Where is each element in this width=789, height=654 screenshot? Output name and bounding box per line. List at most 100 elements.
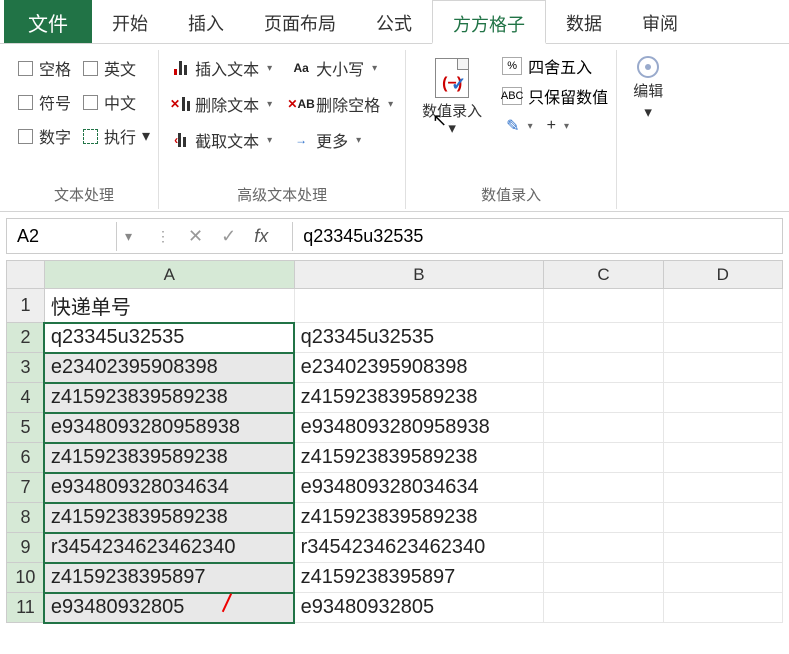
cell[interactable] xyxy=(663,533,782,563)
row-header[interactable]: 5 xyxy=(7,413,45,443)
percent-icon: % xyxy=(502,57,522,75)
cell[interactable] xyxy=(294,289,544,323)
insert-text-button[interactable]: 插入文本▾ xyxy=(167,54,276,82)
cell[interactable]: e9348093280958938 xyxy=(44,413,294,443)
cell[interactable]: e9348093280958938 xyxy=(294,413,544,443)
row-header[interactable]: 8 xyxy=(7,503,45,533)
numeric-entry-button[interactable]: (−)✓ 数值录入▾ ↖ xyxy=(414,52,490,180)
tab-file[interactable]: 文件 xyxy=(4,0,92,43)
row-header[interactable]: 9 xyxy=(7,533,45,563)
cell[interactable]: z415923839589238 xyxy=(44,443,294,473)
checkbox-space[interactable]: 空格 xyxy=(18,56,71,80)
row-header[interactable]: 2 xyxy=(7,323,45,353)
cell[interactable] xyxy=(544,443,663,473)
cell[interactable] xyxy=(663,503,782,533)
tab-data[interactable]: 数据 xyxy=(546,0,622,43)
cell[interactable]: z415923839589238 xyxy=(44,383,294,413)
group-text-processing: 空格 符号 数字 英文 中文 执行▾ 文本处理 xyxy=(10,50,159,209)
aa-icon: Aa xyxy=(292,60,310,76)
cell[interactable] xyxy=(663,563,782,593)
tab-fangfang[interactable]: 方方格子 xyxy=(432,0,546,44)
cell[interactable]: e93480932805 xyxy=(294,593,544,623)
cell[interactable] xyxy=(544,593,663,623)
row-header[interactable]: 6 xyxy=(7,443,45,473)
checkbox-english[interactable]: 英文 xyxy=(83,56,150,80)
delete-text-button[interactable]: ✕删除文本▾ xyxy=(167,90,276,118)
tab-page-layout[interactable]: 页面布局 xyxy=(244,0,356,43)
row-header[interactable]: 10 xyxy=(7,563,45,593)
cell[interactable] xyxy=(544,563,663,593)
checkbox-chinese[interactable]: 中文 xyxy=(83,90,150,114)
row-header[interactable]: 11 xyxy=(7,593,45,623)
cell[interactable] xyxy=(663,443,782,473)
execute-icon xyxy=(83,129,98,144)
checkbox-label: 空格 xyxy=(39,56,71,80)
checkbox-symbol[interactable]: 符号 xyxy=(18,90,71,114)
cell[interactable] xyxy=(544,533,663,563)
checkbox-icon xyxy=(83,61,98,76)
keep-numeric-button[interactable]: ABC只保留数值 xyxy=(502,84,608,108)
column-header-b[interactable]: B xyxy=(294,261,544,289)
round-button[interactable]: %四舍五入 xyxy=(502,54,608,78)
row-header[interactable]: 3 xyxy=(7,353,45,383)
select-all-corner[interactable] xyxy=(7,261,45,289)
name-box[interactable]: A2 xyxy=(7,222,117,251)
tab-formula[interactable]: 公式 xyxy=(356,0,432,43)
cell-a1[interactable]: 快递单号 xyxy=(44,289,294,323)
cell[interactable]: z415923839589238 xyxy=(294,383,544,413)
cell[interactable]: e23402395908398 xyxy=(294,353,544,383)
cell[interactable]: z415923839589238 xyxy=(294,443,544,473)
formula-input[interactable]: q23345u32535 xyxy=(292,222,782,251)
cell[interactable]: e23402395908398 xyxy=(44,353,294,383)
row-header[interactable]: 1 xyxy=(7,289,45,323)
row-header[interactable]: 4 xyxy=(7,383,45,413)
fx-button[interactable]: fx xyxy=(254,226,268,247)
cell[interactable]: e934809328034634 xyxy=(294,473,544,503)
cell[interactable]: z415923839589238 xyxy=(44,503,294,533)
bars-icon xyxy=(171,60,189,76)
cell[interactable] xyxy=(663,289,782,323)
cell[interactable]: r3454234623462340 xyxy=(44,533,294,563)
checkbox-number[interactable]: 数字 xyxy=(18,124,71,148)
name-box-dropdown[interactable]: ▾ xyxy=(117,228,140,245)
cell[interactable] xyxy=(663,383,782,413)
column-header-a[interactable]: A xyxy=(44,261,294,289)
cell[interactable]: r3454234623462340 xyxy=(294,533,544,563)
execute-button[interactable]: 执行▾ xyxy=(83,124,150,148)
tab-insert[interactable]: 插入 xyxy=(168,0,244,43)
cell[interactable]: z4159238395897 xyxy=(294,563,544,593)
cell[interactable] xyxy=(544,413,663,443)
cell[interactable] xyxy=(663,473,782,503)
cell[interactable] xyxy=(663,593,782,623)
edit-button[interactable]: 编辑 ▾ xyxy=(625,52,671,201)
cell[interactable] xyxy=(544,473,663,503)
cell[interactable] xyxy=(544,503,663,533)
column-header-c[interactable]: C xyxy=(544,261,663,289)
cell[interactable] xyxy=(544,323,663,353)
cell[interactable]: z4159238395897 xyxy=(44,563,294,593)
column-header-d[interactable]: D xyxy=(663,261,782,289)
cell[interactable]: e93480932805 xyxy=(44,593,294,623)
plus-button[interactable]: +▾ xyxy=(543,115,573,137)
cell[interactable] xyxy=(544,353,663,383)
cell[interactable]: q23345u32535 xyxy=(294,323,544,353)
cell[interactable] xyxy=(663,413,782,443)
tab-review[interactable]: 审阅 xyxy=(622,0,698,43)
case-button[interactable]: Aa大小写▾ xyxy=(288,54,397,82)
cell[interactable] xyxy=(544,289,663,323)
cell[interactable] xyxy=(663,353,782,383)
cell[interactable] xyxy=(544,383,663,413)
cell[interactable]: e934809328034634 xyxy=(44,473,294,503)
enter-button[interactable]: ✓ xyxy=(221,226,236,247)
cell[interactable] xyxy=(663,323,782,353)
more-button[interactable]: →更多▾ xyxy=(288,126,397,154)
tab-start[interactable]: 开始 xyxy=(92,0,168,43)
cell[interactable]: q23345u32535 xyxy=(44,323,294,353)
extract-text-button[interactable]: ‹截取文本▾ xyxy=(167,126,276,154)
cell[interactable]: z415923839589238 xyxy=(294,503,544,533)
edit-cell-button[interactable]: ✎▾ xyxy=(502,114,536,138)
abc-icon: ABC xyxy=(502,87,522,105)
delete-space-button[interactable]: ✕AB删除空格▾ xyxy=(288,90,397,118)
cancel-button[interactable]: ✕ xyxy=(188,226,203,247)
row-header[interactable]: 7 xyxy=(7,473,45,503)
